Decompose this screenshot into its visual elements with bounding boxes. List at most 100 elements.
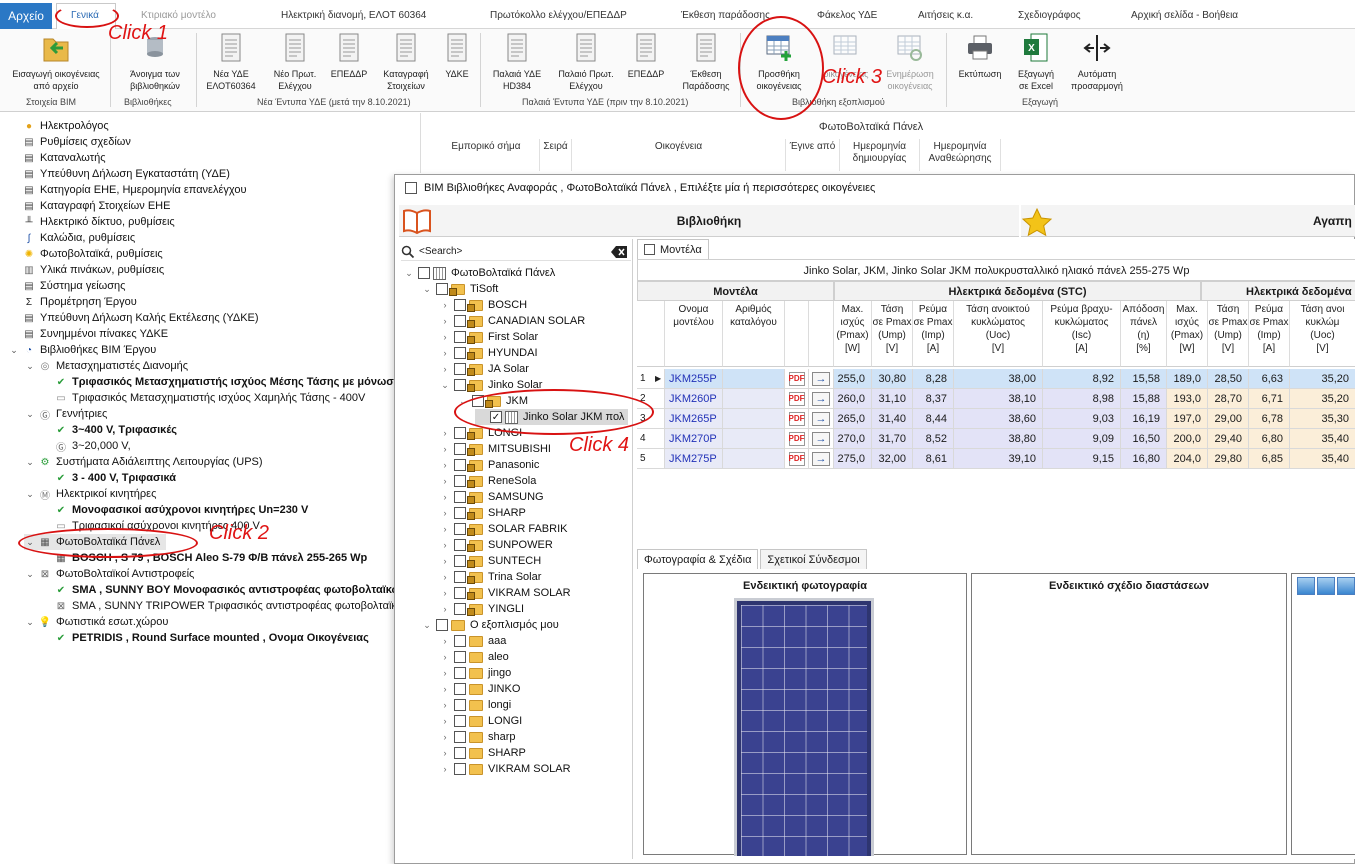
cube-view-icon[interactable] (1317, 577, 1335, 595)
tree-node[interactable]: ▤ Υπεύθυνη Δήλωση Εγκαταστάτη (ΥΔΕ) (8, 166, 230, 182)
chevron-right-icon[interactable]: › (439, 316, 451, 326)
chevron-right-icon[interactable]: › (439, 588, 451, 598)
tree-node[interactable]: ▤ Σύστημα γείωσης (8, 278, 125, 294)
chevron-right-icon[interactable]: › (439, 572, 451, 582)
chevron-right-icon[interactable]: › (439, 604, 451, 614)
chevron-down-icon[interactable]: ⌄ (24, 569, 36, 580)
tree-node[interactable]: ▥ Υλικά πινάκων, ρυθμίσεις (8, 262, 164, 278)
node-checkbox[interactable] (436, 619, 448, 631)
catalog-number[interactable] (723, 429, 785, 449)
library-tree-node[interactable]: › longi (439, 697, 511, 713)
select-model-button[interactable]: → (809, 409, 834, 429)
tree-node[interactable]: ✺ Φωτοβολταϊκά, ρυθμίσεις (8, 246, 163, 262)
chevron-down-icon[interactable]: ⌄ (421, 284, 433, 295)
search-box[interactable]: <Search> (401, 243, 631, 261)
chevron-right-icon[interactable]: › (439, 652, 451, 662)
library-tree-node[interactable]: › aaa (439, 633, 506, 649)
table-row[interactable]: 5 JKM275P PDF → 275,0 32,00 8,61 39,10 9,15 16,80… (637, 449, 1355, 469)
delivery-report-button[interactable]: Έκθεση Παράδοσης (676, 29, 736, 92)
select-model-button[interactable]: → (809, 429, 834, 449)
chevron-down-icon[interactable]: ⌄ (403, 268, 415, 279)
chevron-down-icon[interactable]: ⌄ (24, 409, 36, 420)
library-tree-node[interactable]: › HYUNDAI (439, 345, 538, 361)
tree-node[interactable]: Σ Προμέτρηση Έργου (8, 294, 137, 310)
chevron-right-icon[interactable]: › (439, 636, 451, 646)
library-tree-node[interactable]: › BOSCH (439, 297, 527, 313)
catalog-number[interactable] (723, 369, 785, 389)
tree-node[interactable]: ✔ 3 - 400 V, Τριφασικά (40, 470, 176, 486)
cube-view-icon[interactable] (1337, 577, 1355, 595)
grid-column-header[interactable]: Απόδοση πάνελ (η) [%] (1121, 301, 1167, 367)
catalog-number[interactable] (723, 449, 785, 469)
table-row[interactable]: 3 JKM265P PDF → 265,0 31,40 8,44 38,60 9,03 16,19… (637, 409, 1355, 429)
bg-col-brand[interactable]: Εμπορικό σήμα (431, 139, 541, 171)
model-name[interactable]: JKM270P (665, 429, 723, 449)
node-checkbox[interactable] (454, 491, 466, 503)
tree-node[interactable]: ╨ Ηλεκτρικό δίκτυο, ρυθμίσεις (8, 214, 174, 230)
chevron-down-icon[interactable]: ⌄ (24, 361, 36, 372)
menu-tab-draftsman[interactable]: Σχεδιογράφος (1018, 10, 1081, 21)
node-checkbox[interactable] (454, 331, 466, 343)
library-tree-node[interactable]: ⌄ TiSoft (421, 281, 498, 297)
chevron-right-icon[interactable]: › (439, 764, 451, 774)
clear-search-icon[interactable] (611, 245, 627, 258)
library-tree-node[interactable]: › SOLAR FABRIK (439, 521, 567, 537)
library-tree-node[interactable]: › YINGLI (439, 601, 524, 617)
grid-column-header[interactable]: Ρεύμα σε Pmax (Imp) [A] (913, 301, 954, 367)
node-checkbox[interactable] (436, 283, 448, 295)
new-protocol-button[interactable]: Νέο Πρωτ. Ελέγχου (265, 29, 325, 92)
pdf-button[interactable]: PDF (785, 449, 809, 469)
menu-tab-distribution[interactable]: Ηλεκτρική διανομή, ΕΛΟΤ 60364 (281, 10, 426, 21)
table-row[interactable]: 4 JKM270P PDF → 270,0 31,70 8,52 38,80 9,09 16,50… (637, 429, 1355, 449)
chevron-right-icon[interactable]: › (439, 732, 451, 742)
tree-node[interactable]: ● Ηλεκτρολόγος (8, 118, 109, 134)
library-tree-node[interactable]: › SUNTECH (439, 553, 541, 569)
chevron-right-icon[interactable]: › (439, 476, 451, 486)
library-tree-node[interactable]: › SHARP (439, 745, 526, 761)
node-checkbox[interactable] (454, 427, 466, 439)
catalog-number[interactable] (723, 409, 785, 429)
library-tree-node[interactable]: › SHARP (439, 505, 526, 521)
model-name[interactable]: JKM255P (665, 369, 723, 389)
node-checkbox[interactable] (454, 731, 466, 743)
chevron-right-icon[interactable]: › (439, 348, 451, 358)
grid-column-header[interactable]: Max. ισχύς (Pmax) [W] (1167, 301, 1208, 367)
library-tree-node[interactable]: › SUNPOWER (439, 537, 553, 553)
node-checkbox[interactable] (454, 603, 466, 615)
tree-node[interactable]: ✔ PETRIDIS , Round Surface mounted , Ονομ… (40, 630, 369, 646)
menu-tab-protocol[interactable]: Πρωτόκολλο ελέγχου/ΕΠΕΔΔΡ (490, 10, 627, 21)
node-checkbox[interactable] (454, 363, 466, 375)
model-name[interactable]: JKM275P (665, 449, 723, 469)
node-checkbox[interactable] (454, 315, 466, 327)
node-checkbox[interactable] (454, 347, 466, 359)
library-tree-node[interactable]: ⌄ Ο εξοπλισμός μου (421, 617, 559, 633)
print-button[interactable]: Εκτύπωση (952, 29, 1008, 80)
select-model-button[interactable]: → (809, 449, 834, 469)
chevron-right-icon[interactable]: › (439, 428, 451, 438)
node-checkbox[interactable] (454, 747, 466, 759)
node-checkbox[interactable] (454, 635, 466, 647)
export-excel-button[interactable]: X Εξαγωγή σε Excel (1010, 29, 1062, 92)
chevron-down-icon[interactable]: ⌄ (8, 345, 20, 356)
tree-node[interactable]: ▤ Ρυθμίσεις σχεδίων (8, 134, 131, 150)
tree-node[interactable]: ✔ Τριφασικός Μετασχηματιστής ισχύος Μέσης… (40, 374, 398, 390)
tree-node[interactable]: ▤ Καταγραφή Στοιχείων ΕΗΕ (8, 198, 170, 214)
node-checkbox[interactable] (454, 299, 466, 311)
node-checkbox[interactable] (454, 475, 466, 487)
grid-column-header[interactable]: Max. ισχύς (Pmax) [W] (834, 301, 872, 367)
epeddr-new-button[interactable]: ΕΠΕΔΔΡ (327, 29, 371, 80)
menu-tab-home-help[interactable]: Αρχική σελίδα - Βοήθεια (1131, 10, 1238, 21)
library-tree-node[interactable]: › Trina Solar (439, 569, 541, 585)
chevron-right-icon[interactable]: › (439, 300, 451, 310)
node-checkbox[interactable] (454, 763, 466, 775)
pdf-button[interactable]: PDF (785, 409, 809, 429)
grid-column-header[interactable]: Ρεύμα βραχυ- κυκλώματος (Isc) [A] (1043, 301, 1121, 367)
pdf-button[interactable]: PDF (785, 369, 809, 389)
node-checkbox[interactable] (454, 587, 466, 599)
library-tree-node[interactable]: › MITSUBISHI (439, 441, 551, 457)
grid-column-header[interactable]: Αριθμός καταλόγου (723, 301, 785, 367)
tab-related-links[interactable]: Σχετικοί Σύνδεσμοι (760, 549, 867, 569)
node-checkbox[interactable] (418, 267, 430, 279)
library-tree-node[interactable]: › jingo (439, 665, 511, 681)
node-checkbox[interactable] (454, 459, 466, 471)
